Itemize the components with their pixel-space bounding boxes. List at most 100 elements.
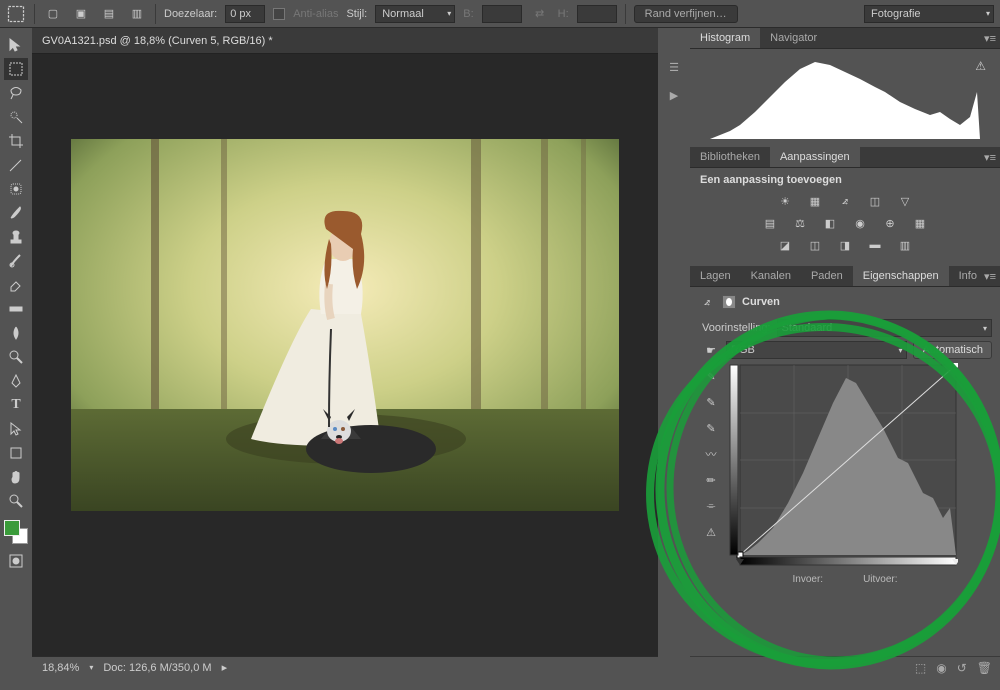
options-icon[interactable]: ⚠ — [702, 523, 720, 541]
channel-mixer-icon[interactable]: ⊕ — [881, 214, 899, 232]
add-selection-icon[interactable]: ▣ — [71, 4, 91, 24]
height-label: H: — [558, 8, 569, 20]
zoom-value[interactable]: 18,84% — [42, 662, 79, 674]
type-tool-icon[interactable]: T — [4, 394, 28, 416]
quick-mask-icon[interactable] — [4, 550, 28, 572]
panel-menu-icon[interactable]: ▾≡ — [984, 151, 996, 164]
curve-edit-icon[interactable]: 〰 — [702, 445, 720, 463]
balance-adjust-icon[interactable]: ⚖ — [791, 214, 809, 232]
actions-panel-icon[interactable]: ▶ — [663, 86, 685, 104]
kanalen-tab[interactable]: Kanalen — [741, 266, 801, 286]
levels-adjust-icon[interactable]: ▦ — [806, 192, 824, 210]
dodge-tool-icon[interactable] — [4, 346, 28, 368]
pencil-icon[interactable]: ✏ — [702, 471, 720, 489]
eraser-tool-icon[interactable] — [4, 274, 28, 296]
histogram-graph — [702, 57, 988, 139]
new-selection-icon[interactable]: ▢ — [43, 4, 63, 24]
posterize-adjust-icon[interactable]: ◫ — [806, 236, 824, 254]
info-tab[interactable]: Info — [949, 266, 987, 286]
auto-button[interactable]: Automatisch — [913, 341, 992, 359]
selective-color-icon[interactable]: ▥ — [896, 236, 914, 254]
preset-select[interactable]: Standaard — [777, 319, 993, 337]
reset-icon[interactable]: ↺ — [957, 661, 967, 675]
lagen-tab[interactable]: Lagen — [690, 266, 741, 286]
histogram-tab[interactable]: Histogram — [690, 28, 760, 48]
aanpassingen-tab[interactable]: Aanpassingen — [770, 147, 860, 167]
style-label: Stijl: — [346, 8, 367, 20]
paden-tab[interactable]: Paden — [801, 266, 853, 286]
eyedropper-white-icon[interactable]: ✎ — [702, 419, 720, 437]
hand-tool-icon[interactable] — [4, 466, 28, 488]
feather-input[interactable] — [225, 5, 265, 23]
curves-adjust-icon[interactable]: ⦨ — [836, 192, 854, 210]
path-select-tool-icon[interactable] — [4, 418, 28, 440]
status-chevron-icon[interactable]: ▸ — [222, 661, 228, 674]
invert-adjust-icon[interactable]: ◪ — [776, 236, 794, 254]
blur-tool-icon[interactable] — [4, 322, 28, 344]
clip-icon[interactable]: ⬚ — [915, 661, 926, 675]
crop-tool-icon[interactable] — [4, 130, 28, 152]
vibrance-adjust-icon[interactable]: ▽ — [896, 192, 914, 210]
status-bar: 18,84% ▾ Doc: 126,6 M/350,0 M ▸ — [32, 656, 658, 678]
gradient-map-icon[interactable]: ▬ — [866, 236, 884, 254]
panel-menu-icon[interactable]: ▾≡ — [984, 32, 996, 45]
panel-menu-icon[interactable]: ▾≡ — [984, 270, 996, 283]
subtract-selection-icon[interactable]: ▤ — [99, 4, 119, 24]
eyedropper-gray-icon[interactable]: ✎ — [702, 393, 720, 411]
mask-kind-icon[interactable] — [722, 295, 736, 309]
doc-status: Doc: 126,6 M/350,0 M — [103, 662, 211, 674]
style-select[interactable]: Normaal — [375, 5, 455, 23]
eyedropper-tool-icon[interactable] — [4, 154, 28, 176]
eyedropper-black-icon[interactable]: ✎ — [702, 367, 720, 385]
intersect-selection-icon[interactable]: ▥ — [127, 4, 147, 24]
document-tab[interactable]: GV0A1321.psd @ 18,8% (Curven 5, RGB/16) … — [42, 35, 273, 47]
refine-edge-button[interactable]: Rand verfijnen… — [634, 5, 738, 23]
hue-adjust-icon[interactable]: ▤ — [761, 214, 779, 232]
foreground-background-colors[interactable] — [4, 520, 28, 544]
quick-select-tool-icon[interactable] — [4, 106, 28, 128]
history-panel-icon[interactable]: ☰ — [663, 58, 685, 76]
histogram-panel: ⚠ — [690, 49, 1000, 147]
heal-tool-icon[interactable] — [4, 178, 28, 200]
eigenschappen-tab[interactable]: Eigenschappen — [853, 266, 949, 286]
input-label: Invoer: — [792, 574, 823, 585]
output-label: Uitvoer: — [863, 574, 897, 585]
channel-select[interactable]: RGB — [726, 341, 907, 359]
shape-tool-icon[interactable] — [4, 442, 28, 464]
tools-panel: T — [0, 28, 32, 678]
move-tool-icon[interactable] — [4, 34, 28, 56]
bw-adjust-icon[interactable]: ◧ — [821, 214, 839, 232]
history-brush-tool-icon[interactable] — [4, 250, 28, 272]
smooth-icon[interactable]: ⌯ — [702, 497, 720, 515]
swap-wh-icon: ⇄ — [530, 4, 550, 24]
histogram-warning-icon[interactable]: ⚠ — [975, 59, 986, 73]
curves-kind-icon: ⦨ — [698, 293, 716, 311]
adjustments-panel: Een aanpassing toevoegen ☀ ▦ ⦨ ◫ ▽ ▤ ⚖ ◧… — [690, 168, 1000, 266]
zoom-tool-icon[interactable] — [4, 490, 28, 512]
lut-adjust-icon[interactable]: ▦ — [911, 214, 929, 232]
brightness-adjust-icon[interactable]: ☀ — [776, 192, 794, 210]
marquee-tool-icon[interactable] — [4, 58, 28, 80]
photo-filter-icon[interactable]: ◉ — [851, 214, 869, 232]
navigator-tab[interactable]: Navigator — [760, 28, 827, 48]
exposure-adjust-icon[interactable]: ◫ — [866, 192, 884, 210]
threshold-adjust-icon[interactable]: ◨ — [836, 236, 854, 254]
brush-tool-icon[interactable] — [4, 202, 28, 224]
delete-icon[interactable]: 🗑 — [977, 661, 992, 675]
view-previous-icon[interactable]: ◉ — [936, 661, 946, 675]
canvas[interactable] — [71, 139, 619, 511]
collapsed-panel-strip: ☰ ▶ — [658, 28, 690, 678]
stamp-tool-icon[interactable] — [4, 226, 28, 248]
bibliotheken-tab[interactable]: Bibliotheken — [690, 147, 770, 167]
marquee-tool-icon[interactable] — [6, 4, 26, 24]
curves-graph[interactable] — [728, 363, 958, 567]
pen-tool-icon[interactable] — [4, 370, 28, 392]
workspace-select[interactable]: Fotografie — [864, 5, 994, 23]
lasso-tool-icon[interactable] — [4, 82, 28, 104]
finger-icon[interactable]: ☛ — [702, 341, 720, 359]
options-bar: ▢ ▣ ▤ ▥ Doezelaar: Anti-alias Stijl: Nor… — [0, 0, 1000, 28]
antialias-checkbox[interactable] — [273, 8, 285, 20]
zoom-chevron-icon[interactable]: ▾ — [89, 663, 93, 672]
height-input — [577, 5, 617, 23]
gradient-tool-icon[interactable] — [4, 298, 28, 320]
